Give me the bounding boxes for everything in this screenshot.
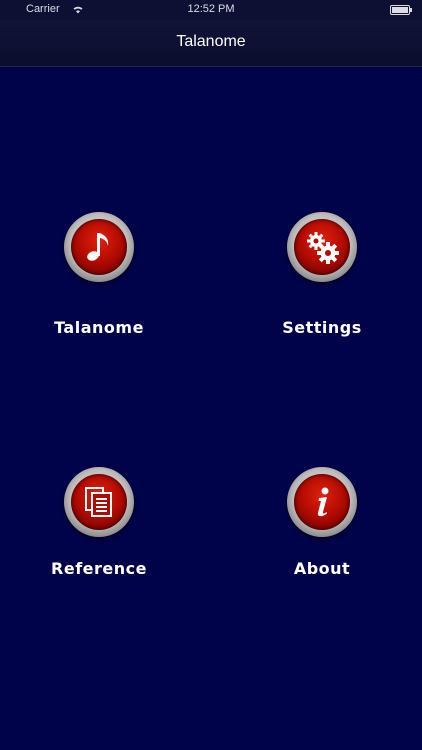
music-note-icon <box>87 233 109 261</box>
menu-item-reference[interactable]: Reference <box>19 467 179 607</box>
menu-label-about: About <box>293 559 351 578</box>
about-button[interactable] <box>287 467 357 537</box>
menu-label-reference: Reference <box>51 559 147 578</box>
status-bar: Carrier 12:52 PM <box>0 0 422 20</box>
talanome-button[interactable] <box>64 212 134 282</box>
battery-icon <box>390 5 412 15</box>
gears-icon <box>307 232 339 264</box>
documents-icon <box>85 487 112 517</box>
menu-item-about[interactable]: About <box>242 467 402 607</box>
navigation-bar: Talanome <box>0 20 422 67</box>
info-icon <box>317 487 329 517</box>
menu-item-talanome[interactable]: Talanome <box>19 212 179 352</box>
reference-button[interactable] <box>64 467 134 537</box>
status-time: 12:52 PM <box>187 3 235 15</box>
nav-title: Talanome <box>176 33 246 50</box>
settings-button[interactable] <box>287 212 357 282</box>
menu-label-settings: Settings <box>282 318 362 337</box>
battery-fill <box>392 7 408 13</box>
menu-label-talanome: Talanome <box>54 318 144 337</box>
menu-item-settings[interactable]: Settings <box>242 212 402 352</box>
